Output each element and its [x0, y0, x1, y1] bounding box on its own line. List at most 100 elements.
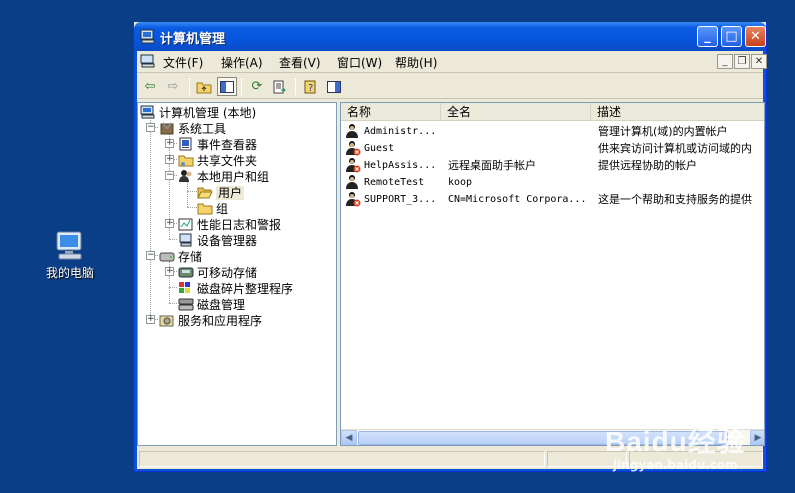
user-description: 供来宾访问计算机或访问域的内: [598, 142, 752, 155]
tree-label: 可移动存储: [197, 266, 258, 280]
refresh-icon[interactable]: ⟳: [247, 77, 267, 96]
tree-item-storage[interactable]: 存储: [159, 249, 202, 265]
tree-item-event-viewer[interactable]: 事件查看器: [178, 137, 257, 153]
menu-window[interactable]: 窗口(W): [337, 54, 382, 71]
tree-item-root[interactable]: 计算机管理 (本地): [140, 105, 256, 121]
collapse-toggle[interactable]: −: [146, 123, 155, 132]
system-tools-icon: [159, 121, 175, 135]
computer-management-icon: [140, 105, 156, 119]
tree-label: 事件查看器: [197, 138, 258, 152]
tree-label: 存储: [178, 250, 203, 264]
tree-item-services-apps[interactable]: 服务和应用程序: [159, 313, 262, 329]
show-hide-tree-icon[interactable]: [217, 77, 237, 96]
tree-item-shared-folders[interactable]: 共享文件夹: [178, 153, 257, 169]
column-header-fullname[interactable]: 全名: [441, 103, 591, 121]
my-computer-desktop-icon[interactable]: 我的电脑: [38, 230, 102, 281]
removable-storage-icon: [178, 265, 194, 279]
user-name: RemoteTest: [364, 177, 425, 188]
mdi-close-button[interactable]: ✕: [751, 54, 767, 69]
close-button[interactable]: ✕: [745, 26, 766, 47]
user-name: SUPPORT_3...: [364, 194, 437, 205]
menu-help[interactable]: 帮助(H): [395, 54, 437, 71]
show-hide-action-pane-icon[interactable]: [324, 77, 344, 96]
column-header-description[interactable]: 描述: [591, 103, 764, 121]
expand-toggle[interactable]: +: [165, 155, 174, 164]
expand-toggle[interactable]: +: [146, 315, 155, 324]
tree-item-groups[interactable]: 组: [197, 201, 228, 217]
user-icon: [345, 157, 361, 173]
toolbar: ⇦ ⇨ ⟳ ?: [137, 74, 763, 99]
performance-logs-icon: [178, 217, 194, 231]
user-description: 管理计算机(域)的内置帐户: [598, 125, 728, 138]
tree-item-system-tools[interactable]: 系统工具: [159, 121, 226, 137]
computer-management-window: 计算机管理 _ □ ✕ 文件(F) 操作(A) 查看(V) 窗口(W) 帮助(H…: [133, 22, 767, 472]
tree-label: 共享文件夹: [197, 154, 258, 168]
tree-item-defrag[interactable]: 磁盘碎片整理程序: [178, 281, 293, 297]
event-viewer-icon: [178, 137, 194, 151]
user-fullname: 远程桌面助手帐户: [448, 159, 536, 172]
menu-action[interactable]: 操作(A): [221, 54, 263, 71]
maximize-button[interactable]: □: [721, 26, 742, 47]
expand-toggle[interactable]: +: [165, 219, 174, 228]
user-icon: [345, 191, 361, 207]
tree-item-perf-logs[interactable]: 性能日志和警报: [178, 217, 281, 233]
svg-text:?: ?: [308, 83, 313, 94]
mmc-doc-icon[interactable]: [140, 54, 156, 71]
folder-open-icon: [197, 185, 213, 199]
scroll-left-button[interactable]: ◀: [341, 430, 357, 445]
mdi-restore-button[interactable]: ❐: [734, 54, 750, 69]
tree-label: 磁盘碎片整理程序: [197, 282, 294, 296]
tree-label: 设备管理器: [197, 234, 258, 248]
tree-item-device-manager[interactable]: 设备管理器: [178, 233, 257, 249]
tree-label: 系统工具: [178, 122, 227, 136]
folder-icon: [197, 201, 213, 215]
shared-folder-icon: [178, 153, 194, 167]
menu-file[interactable]: 文件(F): [163, 54, 203, 71]
minimize-button[interactable]: _: [697, 26, 718, 47]
tree-label: 用户: [216, 186, 245, 200]
users-list-view[interactable]: 名称 全名 描述 Administr... 管理计算机(域)的内置帐户 Guest 供…: [340, 102, 765, 446]
tree-item-removable-storage[interactable]: 可移动存储: [178, 265, 257, 281]
tree-item-local-users-groups[interactable]: 本地用户和组: [178, 169, 269, 185]
watermark-brand: Baidu经验: [605, 426, 746, 457]
export-list-icon[interactable]: [270, 77, 290, 96]
user-name: HelpAssis...: [364, 160, 437, 171]
expand-toggle[interactable]: +: [165, 139, 174, 148]
tree-label: 性能日志和警报: [197, 218, 282, 232]
mdi-minimize-button[interactable]: _: [717, 54, 733, 69]
services-apps-icon: [159, 313, 175, 327]
help-icon[interactable]: ?: [301, 77, 321, 96]
user-icon: [345, 123, 361, 139]
user-description: 提供远程协助的帐户: [598, 159, 697, 172]
tree-label: 组: [216, 202, 229, 216]
device-manager-icon: [178, 233, 194, 247]
tree-label: 磁盘管理: [197, 298, 246, 312]
users-group-icon: [178, 169, 194, 183]
watermark-url: jingyan.baidu.com: [613, 458, 738, 472]
tree-label: 计算机管理 (本地): [159, 106, 257, 120]
back-icon[interactable]: ⇦: [140, 77, 160, 96]
scroll-right-button[interactable]: ▶: [750, 430, 764, 445]
user-fullname: CN=Microsoft Corpora...: [448, 194, 587, 205]
menu-view[interactable]: 查看(V): [279, 54, 321, 71]
console-tree[interactable]: 计算机管理 (本地) − 系统工具 + 事件查看器 + 共享文件夹 − 本地用户…: [137, 102, 337, 446]
list-header: 名称 全名 描述: [341, 103, 764, 121]
user-icon: [345, 174, 361, 190]
window-title: 计算机管理: [160, 32, 226, 47]
tree-item-users[interactable]: 用户: [197, 185, 245, 201]
desktop-icon-label: 我的电脑: [45, 266, 94, 280]
defrag-icon: [178, 281, 194, 295]
collapse-toggle[interactable]: −: [165, 171, 174, 180]
column-header-name[interactable]: 名称: [341, 103, 441, 121]
expand-toggle[interactable]: +: [165, 267, 174, 276]
forward-icon[interactable]: ⇨: [163, 77, 183, 96]
collapse-toggle[interactable]: −: [146, 251, 155, 260]
tree-label: 服务和应用程序: [178, 314, 263, 328]
title-bar[interactable]: 计算机管理 _ □ ✕: [134, 22, 766, 51]
disk-management-icon: [178, 297, 194, 311]
user-icon: [345, 140, 361, 156]
user-name: Guest: [364, 143, 395, 154]
user-fullname: koop: [448, 177, 473, 188]
up-level-icon[interactable]: [194, 77, 214, 96]
tree-item-disk-management[interactable]: 磁盘管理: [178, 297, 245, 313]
